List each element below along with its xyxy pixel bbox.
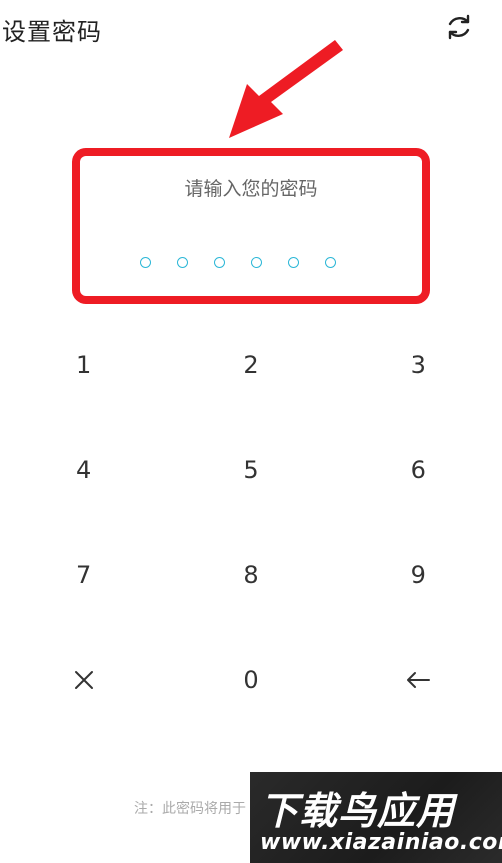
key-8[interactable]: 8 xyxy=(167,522,334,627)
refresh-icon xyxy=(448,14,470,40)
watermark-line1: 下载鸟应用 xyxy=(260,789,456,833)
key-3[interactable]: 3 xyxy=(335,312,502,417)
key-clear[interactable] xyxy=(0,627,167,732)
watermark-logo: 下载鸟应用 www.xiazainiao.com xyxy=(250,772,502,863)
password-dot xyxy=(214,257,225,268)
password-dot xyxy=(140,257,151,268)
key-5[interactable]: 5 xyxy=(167,417,334,522)
key-backspace[interactable] xyxy=(335,627,502,732)
key-1[interactable]: 1 xyxy=(0,312,167,417)
password-dot xyxy=(325,257,336,268)
password-dot xyxy=(288,257,299,268)
page-title: 设置密码 xyxy=(2,18,102,46)
password-dots xyxy=(140,257,336,268)
close-icon xyxy=(74,670,93,689)
backspace-arrow-icon xyxy=(407,671,431,688)
key-7[interactable]: 7 xyxy=(0,522,167,627)
refresh-button[interactable] xyxy=(444,12,474,42)
password-input-box[interactable]: 请输入您的密码 xyxy=(80,156,422,296)
key-9[interactable]: 9 xyxy=(335,522,502,627)
key-2[interactable]: 2 xyxy=(167,312,334,417)
password-dot xyxy=(251,257,262,268)
key-4[interactable]: 4 xyxy=(0,417,167,522)
key-6[interactable]: 6 xyxy=(335,417,502,522)
annotation-arrow-icon xyxy=(229,40,343,138)
password-dot xyxy=(177,257,188,268)
key-0[interactable]: 0 xyxy=(167,627,334,732)
number-keypad: 1 2 3 4 5 6 7 8 9 0 xyxy=(0,312,502,732)
watermark-line2: www.xiazainiao.com xyxy=(260,830,502,855)
footer-note: 注：此密码将用于 xyxy=(134,801,246,817)
password-prompt: 请输入您的密码 xyxy=(184,178,318,200)
